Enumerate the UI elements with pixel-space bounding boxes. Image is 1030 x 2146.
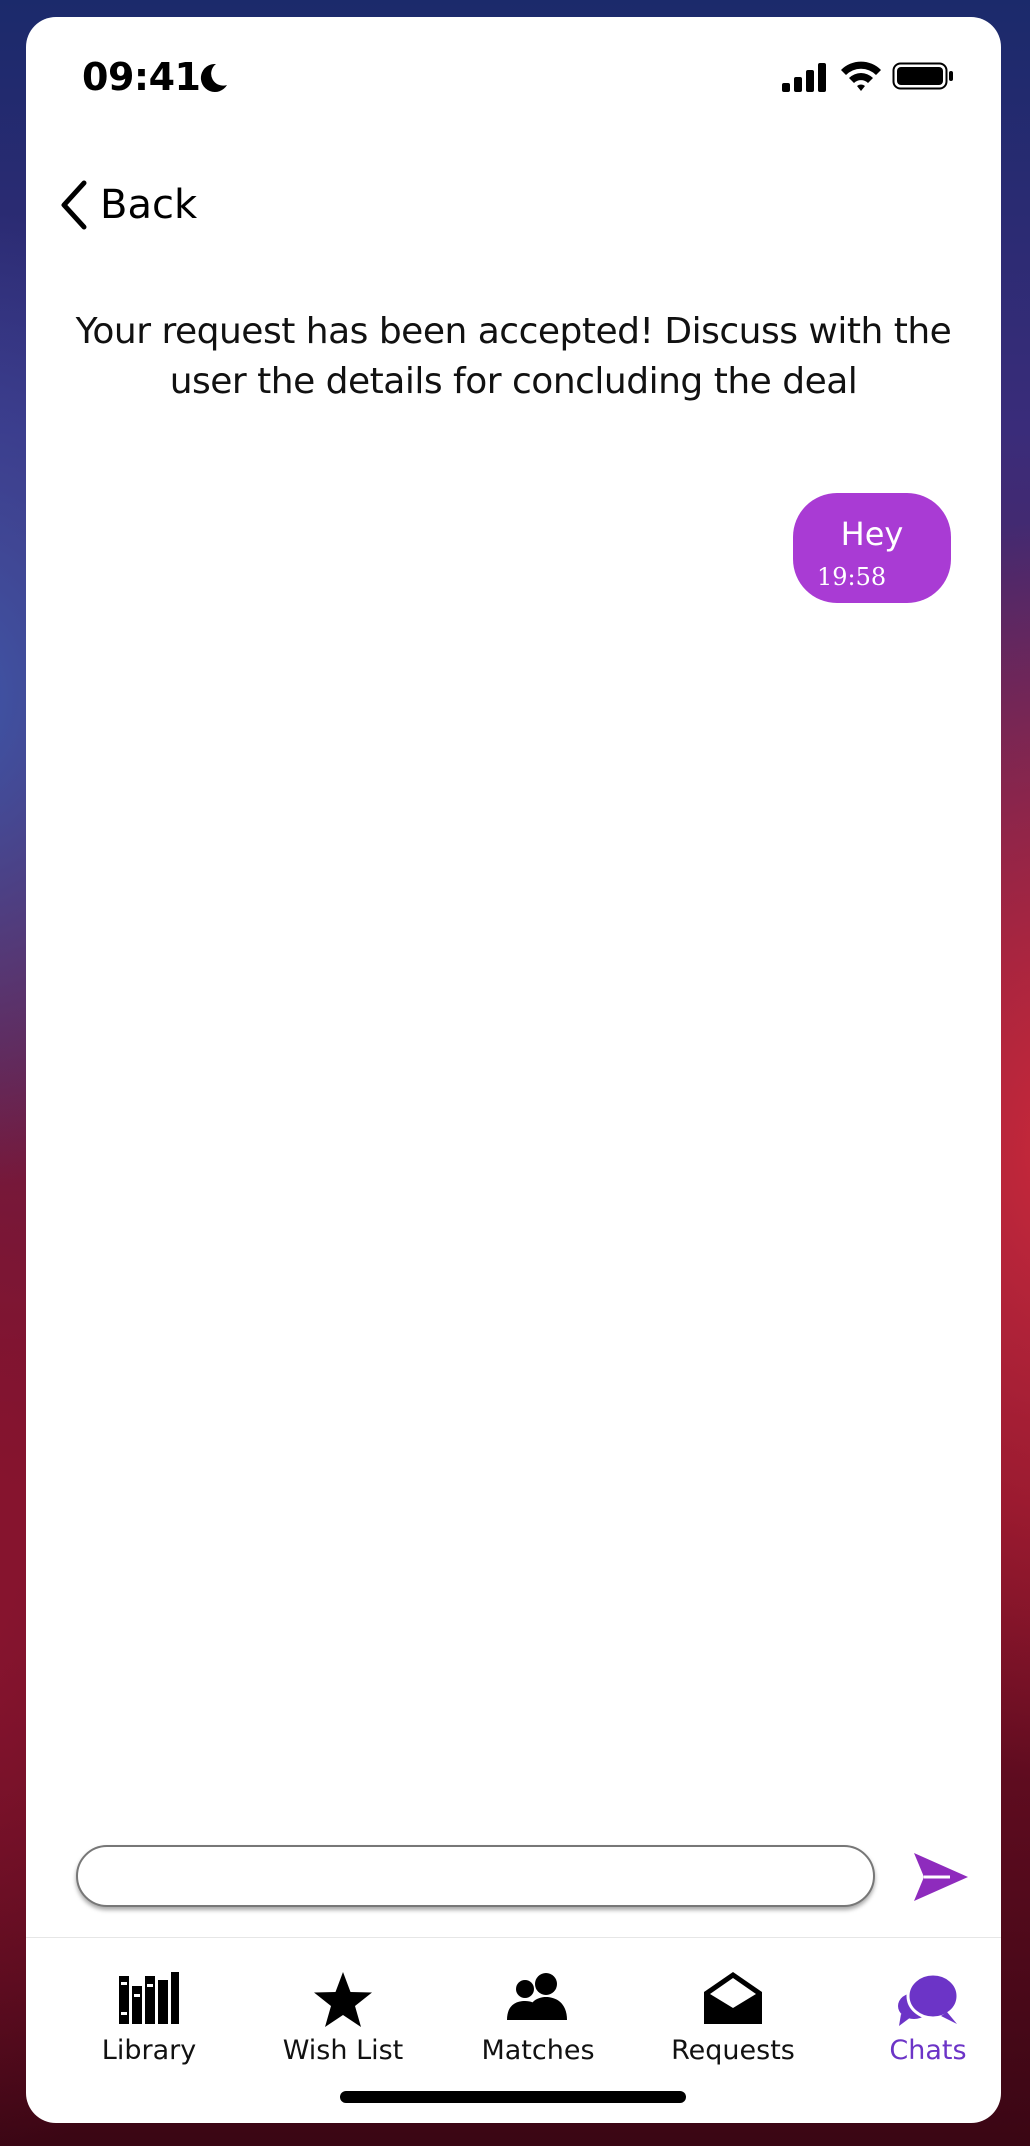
tab-requests[interactable]: Requests — [643, 1942, 823, 2082]
moon-icon — [200, 63, 227, 92]
home-indicator[interactable] — [340, 2091, 686, 2103]
tabbar-divider — [26, 1937, 1001, 1938]
message-text: Hey — [840, 515, 904, 553]
battery-icon — [892, 62, 953, 90]
chevron-left-icon — [61, 180, 87, 230]
tab-label-library: Library — [101, 2035, 197, 2066]
wifi-icon — [841, 61, 881, 91]
send-icon[interactable] — [910, 1847, 972, 1907]
library-icon — [119, 1972, 179, 2024]
chat-bubbles-icon — [898, 1972, 959, 2026]
tab-matches[interactable]: Matches — [448, 1942, 628, 2082]
back-label: Back — [100, 182, 198, 228]
message-bubble-sent[interactable]: Hey 19:58 — [793, 493, 951, 603]
users-icon — [507, 1973, 567, 2020]
tab-label-chats: Chats — [889, 2035, 967, 2066]
envelope-open-icon — [704, 1972, 762, 2024]
status-time: 09:41 — [82, 55, 201, 99]
star-icon — [314, 1972, 372, 2027]
tab-label-requests: Requests — [671, 2035, 795, 2066]
tab-bar: Library Wish List Matches Requests Chats — [26, 1942, 1001, 2082]
tab-wish-list[interactable]: Wish List — [253, 1942, 433, 2082]
phone-screen: 09:41 Back Your request has been accepte… — [26, 17, 1001, 2123]
tab-label-matches: Matches — [481, 2035, 595, 2066]
message-time: 19:58 — [817, 563, 887, 591]
signal-icon — [782, 63, 826, 92]
message-input[interactable] — [76, 1845, 875, 1907]
back-button[interactable]: Back — [44, 165, 207, 245]
tab-label-wish-list: Wish List — [282, 2035, 404, 2066]
request-accepted-message: Your request has been accepted! Discuss … — [75, 311, 952, 402]
tab-chats[interactable]: Chats — [838, 1942, 1001, 2082]
tab-library[interactable]: Library — [59, 1942, 239, 2082]
